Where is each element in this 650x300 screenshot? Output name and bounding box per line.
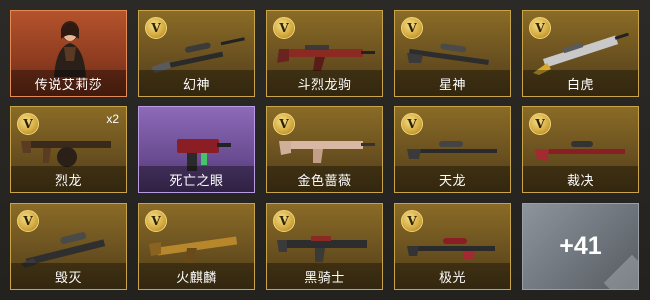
item-name: 白虎	[566, 77, 594, 93]
more-items-card[interactable]: +41	[522, 203, 639, 290]
item-name: 烈龙	[54, 173, 82, 189]
card-label-strip: 斗烈龙驹	[267, 70, 382, 96]
reward-card-weapon[interactable]: V 毁灭	[10, 203, 127, 290]
assault-rifle-icon	[279, 141, 375, 163]
card-label-strip: 金色蔷薇	[267, 166, 382, 192]
sniper-rifle-icon	[407, 141, 497, 159]
reward-card-weapon[interactable]: V x2 烈龙	[10, 106, 127, 193]
sniper-rifle-icon	[535, 141, 625, 161]
reward-card-weapon[interactable]: V 天龙	[394, 106, 511, 193]
reward-card-weapon[interactable]: V 裁决	[522, 106, 639, 193]
reward-card-weapon[interactable]: V 金色蔷薇	[266, 106, 383, 193]
card-label-strip: 毁灭	[11, 263, 126, 289]
item-name: 火麒麟	[176, 270, 217, 286]
heavy-sniper-icon	[21, 232, 106, 268]
reward-card-weapon[interactable]: 死亡之眼	[138, 106, 255, 193]
reward-card-weapon[interactable]: V 黑骑士	[266, 203, 383, 290]
reward-card-character[interactable]: 传说艾莉莎	[10, 10, 127, 97]
more-count: +41	[559, 232, 602, 260]
item-name: 星神	[438, 77, 466, 93]
card-label-strip: 传说艾莉莎	[11, 70, 126, 96]
sniper-rifle-icon	[407, 43, 489, 65]
card-label-strip: 死亡之眼	[139, 166, 254, 192]
card-label-strip: 白虎	[523, 70, 638, 96]
character-portrait-icon	[54, 21, 86, 77]
item-name: 裁决	[566, 173, 594, 189]
item-name: 传说艾莉莎	[34, 77, 103, 93]
reward-grid: 传说艾莉莎 V 幻神 V 斗烈龙驹 V 星神 V 白虎 V x2 烈龙 死亡之眼…	[0, 0, 650, 300]
smg-icon	[177, 139, 231, 171]
assault-rifle-icon	[533, 33, 629, 75]
quantity-badge: x2	[106, 112, 119, 126]
assault-rifle-icon	[277, 45, 375, 71]
reward-card-weapon[interactable]: V 幻神	[138, 10, 255, 97]
card-label-strip: 黑骑士	[267, 263, 382, 289]
reward-card-weapon[interactable]: V 极光	[394, 203, 511, 290]
card-label-strip: 天龙	[395, 166, 510, 192]
sniper-rifle-icon	[407, 238, 495, 260]
tommy-gun-icon	[21, 141, 111, 167]
card-label-strip: 极光	[395, 263, 510, 289]
card-label-strip: 星神	[395, 70, 510, 96]
assault-rifle-icon	[277, 236, 367, 262]
reward-card-weapon[interactable]: V 白虎	[522, 10, 639, 97]
reward-card-weapon[interactable]: V 火麒麟	[138, 203, 255, 290]
item-name: 极光	[438, 270, 466, 286]
assault-rifle-icon	[149, 236, 238, 264]
item-name: 斗烈龙驹	[297, 77, 352, 93]
reward-card-weapon[interactable]: V 星神	[394, 10, 511, 97]
sniper-rifle-icon	[151, 37, 245, 73]
item-name: 黑骑士	[304, 270, 345, 286]
item-name: 幻神	[182, 77, 210, 93]
card-label-strip: 火麒麟	[139, 263, 254, 289]
card-label-strip: 幻神	[139, 70, 254, 96]
item-name: 天龙	[438, 173, 466, 189]
item-name: 毁灭	[54, 270, 82, 286]
card-label-strip: 烈龙	[11, 166, 126, 192]
card-label-strip: 裁决	[523, 166, 638, 192]
item-name: 死亡之眼	[169, 173, 224, 189]
reward-card-weapon[interactable]: V 斗烈龙驹	[266, 10, 383, 97]
item-name: 金色蔷薇	[297, 173, 352, 189]
